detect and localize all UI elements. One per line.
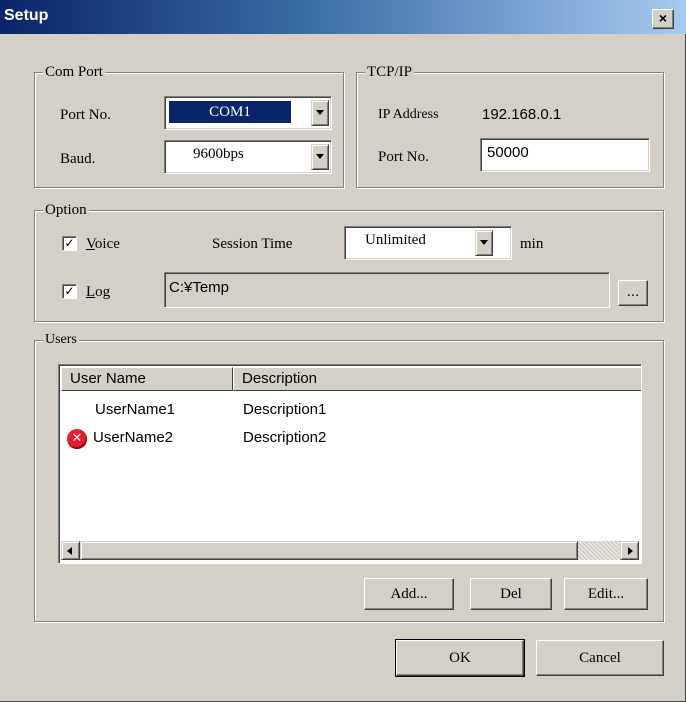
browse-log-path-label: ... [626,283,640,300]
voice-check-icon: ✓ [64,236,75,250]
title-bar[interactable]: Setup × [0,0,686,34]
option-group-label: Option [43,201,89,219]
column-header-user-name[interactable]: User Name [61,367,233,391]
column-header-description[interactable]: Description [233,367,641,391]
scrollbar-track[interactable] [578,541,620,560]
voice-label[interactable]: Voice [86,235,120,253]
tcpip-group-label: TCP/IP [365,63,415,81]
baud-select-value: 9600bps [193,146,244,162]
tcp-port-input-value: 50000 [487,144,529,161]
log-path-value: C:¥Temp [169,279,230,296]
user-name-cell: UserName1 [95,401,176,418]
setup-dialog: Setup × Com Port Port No. COM1 Baud. 960… [0,0,686,702]
add-user-button[interactable]: Add... [364,578,454,610]
session-time-unit: min [520,236,544,252]
close-button[interactable]: × [652,9,674,29]
com-port-dropdown-button[interactable] [311,100,329,126]
baud-select[interactable]: 9600bps [164,140,332,174]
ip-address-value: 192.168.0.1 [482,106,562,123]
ok-button-label: OK [449,650,471,666]
users-list-header: User Name Description [61,367,641,391]
scrollbar-thumb[interactable] [80,541,578,560]
cancel-button[interactable]: Cancel [536,640,664,676]
log-label-accelerator: L [86,284,96,300]
user-row[interactable]: UserName1 Description1 [61,399,621,421]
tcp-port-label: Port No. [378,149,429,165]
delete-user-button-label: Del [500,586,522,602]
log-label-rest: og [95,284,111,300]
error-icon: ✕ [67,429,87,449]
user-description-cell: Description1 [243,401,327,418]
log-path-field[interactable]: C:¥Temp [164,272,610,308]
com-port-select-value: COM1 [169,101,291,123]
close-icon: × [658,10,668,26]
baud-label: Baud. [60,151,96,167]
user-row[interactable]: ✕ UserName2 Description2 [61,427,621,449]
com-port-number-label: Port No. [60,107,111,123]
log-check-icon: ✓ [64,284,75,298]
session-time-label: Session Time [212,236,293,252]
window-title: Setup [4,7,49,24]
session-time-select-value: Unlimited [365,232,426,248]
cancel-button-label: Cancel [579,650,621,666]
user-name-cell: UserName2 [93,429,174,446]
tcp-port-input[interactable]: 50000 [480,138,650,172]
log-checkbox[interactable]: ✓ [62,284,77,299]
edit-user-button[interactable]: Edit... [564,578,648,610]
ip-address-label: IP Address [378,107,439,122]
scroll-left-icon[interactable] [61,541,80,560]
com-port-select[interactable]: COM1 [164,96,332,130]
session-time-select[interactable]: Unlimited [344,226,512,260]
users-list[interactable]: User Name Description UserName1 Descript… [58,364,642,564]
users-group-label: Users [43,331,79,349]
voice-label-rest: oice [94,236,120,252]
browse-log-path-button[interactable]: ... [618,280,648,306]
users-list-horizontal-scrollbar[interactable] [61,541,639,560]
voice-label-accelerator: V [86,236,95,252]
user-description-cell: Description2 [243,429,327,446]
voice-checkbox[interactable]: ✓ [62,236,77,251]
delete-user-button[interactable]: Del [470,578,552,610]
scroll-right-icon[interactable] [620,541,639,560]
ok-button[interactable]: OK [395,639,525,677]
session-time-dropdown-button[interactable] [475,230,493,256]
log-label[interactable]: Log [86,283,110,301]
add-user-button-label: Add... [390,586,428,602]
baud-dropdown-button[interactable] [311,144,329,170]
com-port-group-label: Com Port [43,63,105,81]
edit-user-button-label: Edit... [587,586,625,602]
